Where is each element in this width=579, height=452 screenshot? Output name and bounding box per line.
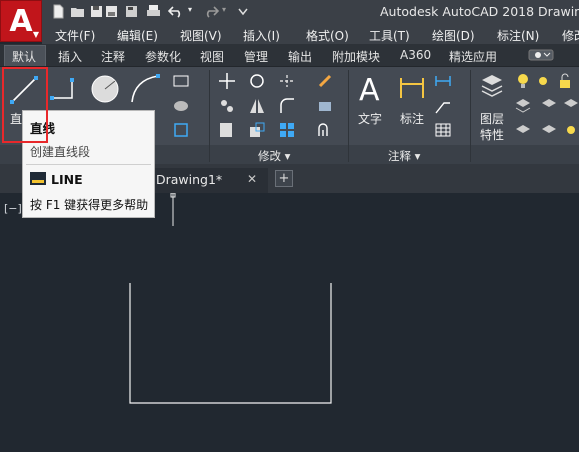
tab-featured-apps[interactable]: 精选应用 (449, 48, 497, 65)
tooltip-command-name: LINE (51, 172, 83, 187)
layer-properties-label-2: 特性 (480, 128, 505, 142)
layer-freeze-icon[interactable] (540, 97, 558, 115)
app-menu-dropdown-icon: ▼ (32, 30, 39, 39)
menu-draw[interactable]: 绘图(D) (432, 27, 475, 44)
layer-isolate-icon[interactable] (514, 97, 532, 115)
offset-icon[interactable] (316, 121, 334, 139)
panel-divider (470, 70, 471, 162)
arc-tool-icon[interactable] (128, 72, 162, 106)
save-as-icon[interactable] (104, 4, 119, 19)
linear-dim-icon[interactable] (434, 72, 452, 90)
menu-modify[interactable]: 修改 (562, 27, 579, 44)
svg-text:A: A (359, 73, 380, 104)
undo-icon[interactable] (168, 4, 183, 19)
menu-edit[interactable]: 编辑(E) (117, 27, 158, 44)
tooltip-divider (26, 164, 151, 165)
workspace-dropdown-icon[interactable] (236, 4, 251, 19)
mirror-icon[interactable] (248, 97, 266, 115)
table-icon[interactable] (434, 121, 452, 139)
tab-a360[interactable]: A360 (400, 48, 431, 62)
panel-title-modify[interactable]: 修改 ▾ (258, 148, 290, 164)
redo-dropdown-icon[interactable]: ▾ (222, 5, 226, 14)
ribbon-minimize-icon[interactable] (528, 49, 554, 61)
polyline-tool-icon[interactable] (48, 72, 82, 106)
dimension-tool-icon[interactable] (398, 74, 426, 102)
new-tab-button[interactable]: + (275, 170, 293, 187)
menu-view[interactable]: 视图(V) (180, 27, 222, 44)
tab-annotate[interactable]: 注释 (101, 48, 125, 65)
tab-output[interactable]: 输出 (288, 48, 312, 65)
tab-manage[interactable]: 管理 (244, 48, 268, 65)
menu-insert[interactable]: 插入(I) (243, 27, 280, 44)
circle-tool-icon[interactable] (88, 72, 122, 106)
text-tool-icon[interactable]: A (356, 72, 386, 104)
scale-icon[interactable] (248, 121, 266, 139)
trim-icon[interactable] (278, 72, 296, 90)
layer-properties-icon[interactable] (478, 72, 506, 100)
menu-tools[interactable]: 工具(T) (369, 27, 410, 44)
app-logo-letter: A (9, 3, 33, 39)
drawn-line-shape (129, 283, 332, 404)
tooltip-description: 创建直线段 (30, 145, 91, 159)
tab-parametric[interactable]: 参数化 (145, 48, 181, 65)
leader-icon[interactable] (434, 97, 452, 115)
tab-home[interactable]: 默认 (12, 48, 36, 65)
layer-off-icon[interactable] (562, 97, 579, 115)
rotate-icon[interactable] (248, 72, 266, 90)
drawing-geometry (129, 193, 332, 404)
panel-title-annotation[interactable]: 注释 ▾ (388, 148, 420, 164)
close-tab-icon[interactable]: ✕ (247, 172, 257, 186)
layer-unisolate-icon[interactable] (540, 121, 558, 139)
explode-icon[interactable] (316, 97, 334, 115)
copy-icon[interactable] (218, 97, 236, 115)
open-folder-icon[interactable] (70, 4, 85, 19)
new-file-icon[interactable] (51, 4, 66, 19)
panel-divider (209, 70, 210, 162)
text-tool-label: 文字 (358, 112, 383, 126)
tab-insert[interactable]: 插入 (58, 48, 82, 65)
document-tab-label: Drawing1* (156, 172, 223, 187)
move-icon[interactable] (218, 72, 236, 90)
tab-view[interactable]: 视图 (200, 48, 224, 65)
layer-match-icon[interactable] (514, 121, 532, 139)
panel-divider (348, 70, 349, 162)
region-tool-icon[interactable] (172, 121, 190, 139)
array-icon[interactable] (278, 121, 296, 139)
window-title: Autodesk AutoCAD 2018 Drawin (380, 4, 579, 19)
menu-file[interactable]: 文件(F) (55, 27, 95, 44)
erase-icon[interactable] (316, 72, 334, 90)
layer-properties-label-1: 图层 (480, 112, 505, 126)
sun-icon[interactable] (534, 72, 552, 90)
menu-format[interactable]: 格式(O) (306, 27, 349, 44)
undo-dropdown-icon[interactable]: ▾ (188, 5, 192, 14)
redo-icon[interactable] (204, 4, 219, 19)
layer-thaw-icon[interactable] (562, 121, 579, 139)
highlight-box (2, 67, 48, 143)
dimension-tool-label: 标注 (400, 112, 425, 126)
save-web-icon[interactable] (124, 4, 139, 19)
command-line-icon (30, 172, 46, 185)
application-menu-button[interactable]: A ▼ (0, 0, 42, 42)
print-icon[interactable] (146, 4, 161, 19)
rectangle-tool-icon[interactable] (172, 72, 190, 90)
hatch-tool-icon[interactable] (172, 97, 190, 115)
stretch-icon[interactable] (218, 121, 236, 139)
lock-icon[interactable] (556, 72, 574, 90)
save-icon[interactable] (89, 4, 104, 19)
tooltip-help-text: 按 F1 键获得更多帮助 (30, 198, 149, 212)
tab-addins[interactable]: 附加模块 (332, 48, 380, 65)
fillet-icon[interactable] (278, 97, 296, 115)
menu-dimension[interactable]: 标注(N) (497, 27, 539, 44)
lightbulb-icon[interactable] (514, 72, 532, 90)
